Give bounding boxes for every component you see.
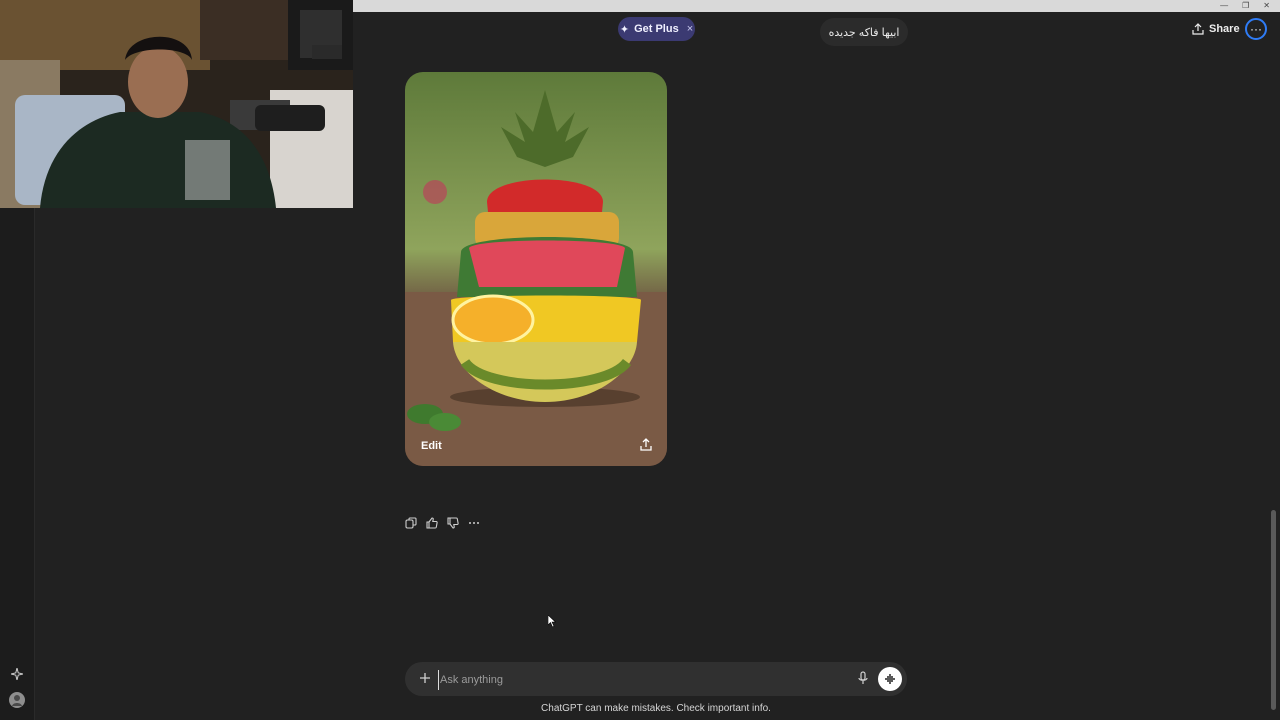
profile-icon[interactable] [9,692,25,708]
sparkle-icon: ✦ [619,23,630,36]
thumbs-up-icon[interactable] [425,516,439,530]
plus-icon[interactable] [417,670,433,686]
sparkle-icon[interactable] [9,666,25,682]
restore-button[interactable]: ❐ [1242,0,1249,12]
close-window-button[interactable]: ✕ [1263,0,1270,12]
image-edit-button[interactable]: Edit [421,440,442,452]
share-icon [1192,23,1204,35]
more-icon[interactable] [467,516,481,530]
window-controls: — ❐ ✕ [1220,0,1270,12]
more-icon: ··· [1250,22,1262,36]
prompt-input[interactable] [438,670,842,690]
more-options-button[interactable]: ··· [1245,18,1267,40]
microphone-icon[interactable] [856,671,870,685]
minimize-button[interactable]: — [1220,0,1228,12]
voice-mode-button[interactable] [878,667,902,691]
get-plus-button[interactable]: ✦ Get Plus × [618,17,695,41]
window-titlebar: — ❐ ✕ [353,0,1280,12]
waveform-icon [885,674,895,684]
close-icon[interactable]: × [687,23,693,35]
webcam-picture [0,0,353,208]
scrollbar-thumb[interactable] [1271,510,1276,710]
image-share-icon[interactable] [639,438,653,452]
chat-title[interactable]: ابيها فاكه جديده [820,18,908,46]
sidebar-rail [0,208,35,720]
fruit-image [405,72,667,466]
disclaimer-text: ChatGPT can make mistakes. Check importa… [541,703,771,714]
get-plus-label: Get Plus [634,23,679,35]
message-actions [404,516,481,530]
webcam-overlay [0,0,353,208]
composer [405,662,907,696]
share-label: Share [1209,23,1240,35]
thumbs-down-icon[interactable] [446,516,460,530]
mouse-cursor-icon [547,614,557,632]
copy-icon[interactable] [404,516,418,530]
generated-image[interactable]: Edit [405,72,667,466]
share-button[interactable]: Share [1192,20,1240,38]
